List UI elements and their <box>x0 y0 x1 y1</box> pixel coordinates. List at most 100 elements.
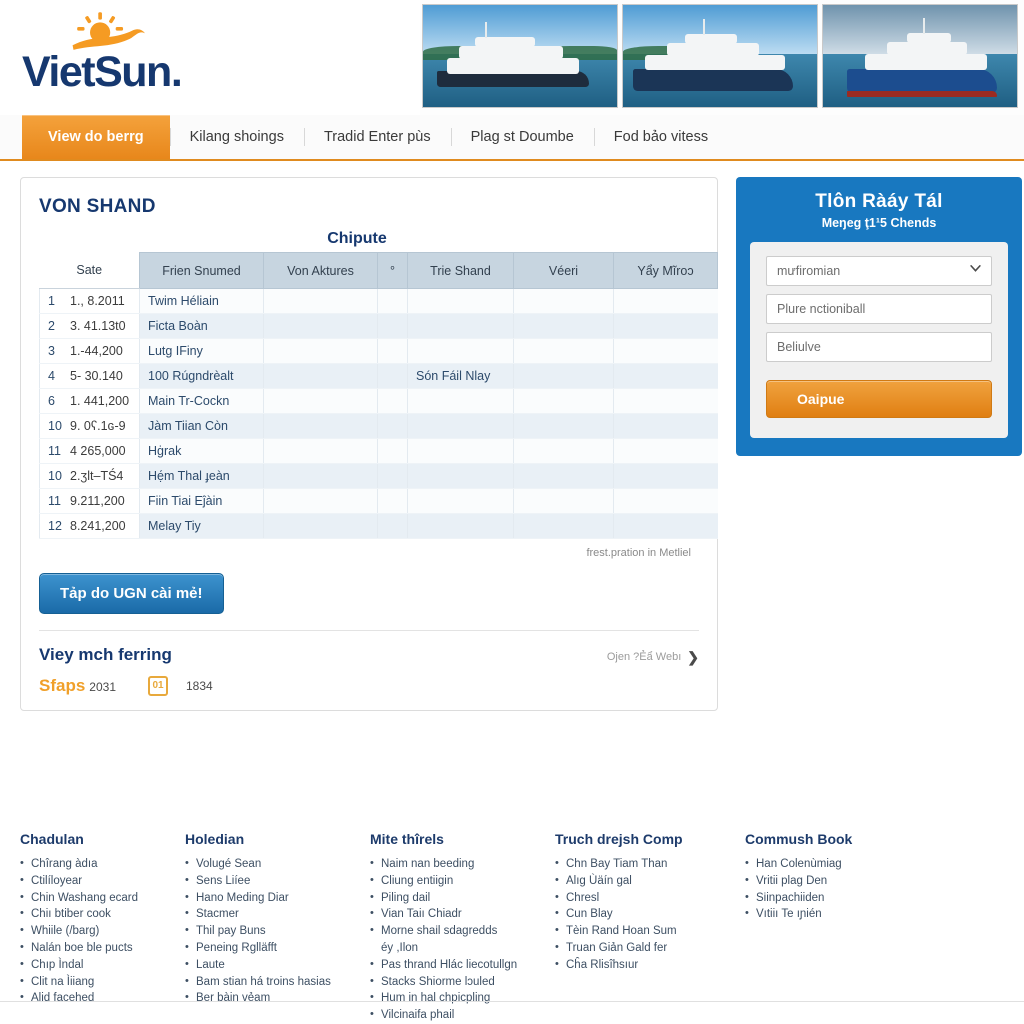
col-header-veeri[interactable]: Véeri <box>513 252 614 289</box>
tab-fod-bao-vitess[interactable]: Fod bảo vitess <box>593 115 728 159</box>
list-item[interactable]: Chresl <box>555 889 745 907</box>
col-header-yay-miro[interactable]: Yẩy Mĩroɔ <box>613 252 718 289</box>
banner-image-3[interactable] <box>822 4 1018 108</box>
primary-action-button[interactable]: Tảp do UGN cài mẻ! <box>39 573 224 614</box>
cell-veeri <box>513 488 614 514</box>
list-item[interactable]: Vıtiiı Te ıɲién <box>745 905 945 923</box>
list-item[interactable]: Sіinpachiiden <box>745 889 945 907</box>
list-item[interactable]: Tèin Rand Hoan Sum <box>555 922 745 940</box>
banner-image-2[interactable] <box>622 4 818 108</box>
col-header-von-aktures[interactable]: Von Aktures <box>263 252 378 289</box>
list-item[interactable]: Chıp Ìndal <box>20 956 185 974</box>
cell-frien-snumed: Jàm Tiian Còn <box>139 413 264 439</box>
table-row[interactable]: 11 9.211,200 Fiin Tiai Eĵàin <box>39 488 718 514</box>
list-item[interactable]: Clit na Ìiiang <box>20 973 185 991</box>
list-item[interactable]: Bam stian há troins hasias <box>185 973 370 991</box>
route-select[interactable]: mưfiromian <box>766 256 992 286</box>
list-item[interactable]: Volugé Sean <box>185 855 370 873</box>
logo-wordmark: VietSun. <box>22 48 183 97</box>
list-item[interactable]: Sens Liíee <box>185 872 370 890</box>
list-item[interactable]: Chiı btiber cook <box>20 905 185 923</box>
route-select-value: mưfiromian <box>777 264 841 278</box>
list-item[interactable]: Alıg Ùäín gal <box>555 872 745 890</box>
list-item[interactable]: Han Colenùmiag <box>745 855 945 873</box>
list-item[interactable]: Vritii plag Den <box>745 872 945 890</box>
list-item[interactable]: Chin Washang ecard <box>20 889 185 907</box>
table-row[interactable]: 10 9. 0ʕ.1ɢ-9 Jàm Tiian Còn <box>39 413 718 439</box>
table-row[interactable]: 11 4 265,000 Hġrak <box>39 438 718 464</box>
list-item[interactable]: Thil pay Buns <box>185 922 370 940</box>
tab-view-do-berrg[interactable]: View do berrg <box>22 115 170 159</box>
row-index: 11 <box>48 444 61 458</box>
banner-image-1[interactable] <box>422 4 618 108</box>
table-row[interactable]: 12 8.241,200 Melay Tiy <box>39 513 718 539</box>
table-row[interactable]: 6 1. 441,200 Main Tr-Cockn <box>39 388 718 414</box>
table-row[interactable]: 1 1., 8.2011 Twim Héliain <box>39 288 718 314</box>
footer-heading: Mite thîrels <box>370 831 444 848</box>
list-item[interactable]: Nalán boe ble pucts <box>20 939 185 957</box>
col-header-frien-snumed[interactable]: Frien Snumed <box>139 252 264 289</box>
cell-yay-miro <box>613 513 718 539</box>
passenger-input[interactable]: Beliulve <box>766 332 992 362</box>
table-row[interactable]: 3 1.-44,200 Lutg IFiny <box>39 338 718 364</box>
list-item[interactable]: Hum in hal chpicpling <box>370 989 555 1007</box>
list-item[interactable]: Ber bàin vẻam <box>185 989 370 1007</box>
list-item[interactable]: Alid facehed <box>20 989 185 1007</box>
list-item[interactable]: Truan Giản Gald fer <box>555 939 745 957</box>
cell-von-aktures <box>263 438 378 464</box>
col-header-sate[interactable]: Sate <box>39 252 140 289</box>
row-index: 10 <box>48 419 62 433</box>
list-item[interactable]: Naim nan beeding <box>370 855 555 873</box>
tab-plag-st-doumbe[interactable]: Plag st Doumbe <box>450 115 594 159</box>
logo-area[interactable]: VietSun. <box>0 0 420 115</box>
list-item[interactable]: Laute <box>185 956 370 974</box>
list-item[interactable]: Vilcinaifa phail <box>370 1006 555 1024</box>
row-index: 10 <box>48 469 62 483</box>
cell-veeri <box>513 338 614 364</box>
list-item[interactable]: Stacks Shiorme lɔuled <box>370 973 555 991</box>
footer-heading: Chadulan <box>20 831 84 848</box>
tab-tradid-enter-pus[interactable]: Tradid Enter pùs <box>303 115 451 159</box>
table-row[interactable]: 4 5- 30.140 100 Rúgndrèalt Són Fáil Nlay <box>39 363 718 389</box>
footer-divider <box>0 1001 1024 1002</box>
cell-trie-shand <box>407 463 514 489</box>
list-item[interactable]: Chn Bay Tiam Than <box>555 855 745 873</box>
booking-form: mưfiromian Plure nctioniball Beliulve Oa… <box>750 242 1008 438</box>
col-header-degree[interactable]: ° <box>377 252 408 289</box>
tab-kilang-shoings[interactable]: Kilang shoings <box>169 115 304 159</box>
list-item[interactable]: Chîrang àdıa <box>20 855 185 873</box>
cell-trie-shand <box>407 488 514 514</box>
list-item[interactable]: Pas thrand Hlác liecotullgn <box>370 956 555 974</box>
list-item[interactable]: Stacmer <box>185 905 370 923</box>
list-item[interactable]: Cun Blay <box>555 905 745 923</box>
submit-button[interactable]: Oaipue <box>766 380 992 418</box>
vietsun-logo[interactable]: VietSun. <box>22 10 202 106</box>
meta-brand-number: 2031 <box>89 679 116 694</box>
list-item[interactable]: Peneing Rglläfft <box>185 939 370 957</box>
list-item[interactable]: Cliung entiigin <box>370 872 555 890</box>
row-value: 4 265,000 <box>70 444 126 458</box>
cell-yay-miro <box>613 338 718 364</box>
list-item[interactable]: Vian Taiı Chiadr <box>370 905 555 923</box>
cell-von-aktures <box>263 463 378 489</box>
list-item[interactable]: Hano Meding Diar <box>185 889 370 907</box>
content-area: VON SHAND Chipute Sate Frien Snumed Von … <box>0 161 1024 809</box>
list-item[interactable]: Morne shaіl sdagredds <box>370 922 555 940</box>
cell-sate: 11 9.211,200 <box>39 488 140 514</box>
list-item[interactable]: Ctilíloyear <box>20 872 185 890</box>
col-header-trie-shand[interactable]: Trie Shand <box>407 252 514 289</box>
row-value: 5- 30.140 <box>70 369 123 383</box>
cell-von-aktures <box>263 413 378 439</box>
table-row[interactable]: 2 3. 41.13t0 Ficta Boàn <box>39 313 718 339</box>
list-item[interactable]: Whiile (/barg) <box>20 922 185 940</box>
table-row[interactable]: 10 2.ʒlt–TŚ4 Hẹ́m Thal ɟeàn <box>39 463 718 489</box>
chevron-down-icon <box>970 265 981 272</box>
cell-sate: 11 4 265,000 <box>39 438 140 464</box>
list-item[interactable]: Piling dail <box>370 889 555 907</box>
cell-veeri <box>513 438 614 464</box>
footer-list: Chîrang àdıa Ctilíloyear Chin Washang ec… <box>20 855 185 1007</box>
list-item[interactable]: Cĥa Rlisîhsıur <box>555 956 745 974</box>
open-web-link[interactable]: Ojen ?Ẻẩ Webı ❯ <box>607 649 699 666</box>
site-header: VietSun. <box>0 0 1024 115</box>
date-input[interactable]: Plure nctioniball <box>766 294 992 324</box>
